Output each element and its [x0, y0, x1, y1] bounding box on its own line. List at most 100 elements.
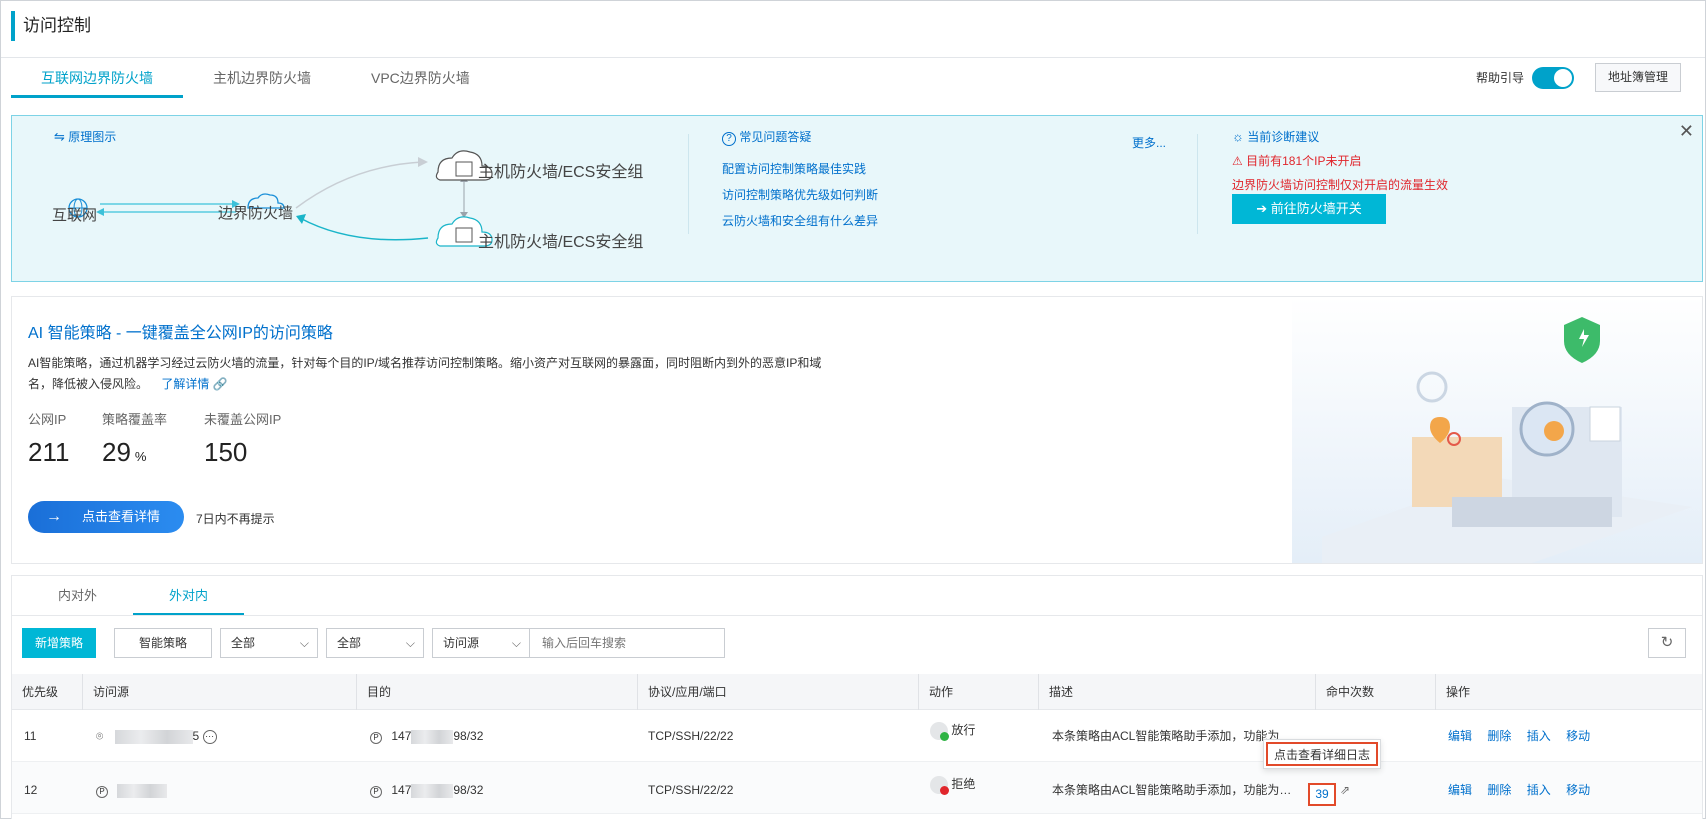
row-destination: P 147 98/32 — [370, 782, 483, 798]
refresh-button[interactable]: ↻ — [1648, 628, 1686, 658]
platform-bar — [1452, 497, 1612, 527]
smart-policy-button[interactable]: 智能策略 — [114, 628, 212, 658]
insert-link[interactable]: 插入 — [1527, 729, 1551, 743]
col-operations: 操作 — [1435, 674, 1704, 710]
node-internet: 互联网 — [52, 207, 98, 224]
arrowhead-border — [296, 214, 306, 224]
blurred-address — [114, 729, 193, 744]
help-guide-label: 帮助引导 — [1476, 71, 1525, 85]
allow-icon — [930, 722, 949, 741]
col-description: 描述 — [1038, 674, 1315, 710]
table-row: 12 P P 147 98/32 TCP/SSH/22/22 拒绝 本条策略由AC… — [12, 762, 1702, 814]
help-guide-toggle[interactable] — [1532, 67, 1574, 89]
row-operations: 编辑 删除 插入 移动 — [1448, 782, 1602, 798]
edit-link[interactable]: 编辑 — [1448, 729, 1472, 743]
close-icon[interactable]: ✕ — [1679, 122, 1694, 140]
blurred-address — [117, 783, 168, 798]
warning-icon: ⚠ — [1232, 154, 1243, 168]
move-link[interactable]: 移动 — [1566, 783, 1590, 797]
row-destination: P 147 98/32 — [370, 728, 483, 744]
link-icon: 🔗 — [212, 377, 228, 391]
ip-icon: P — [370, 732, 382, 744]
tab-internet-firewall[interactable]: 互联网边界防火墙 — [11, 58, 183, 98]
box-left — [1412, 437, 1502, 507]
stat-uncovered-label: 未覆盖公网IP — [204, 412, 282, 427]
deny-icon — [930, 776, 949, 795]
delete-link[interactable]: 删除 — [1487, 729, 1511, 743]
ai-desc-text: AI智能策略，通过机器学习经过云防火墙的流量，针对每个目的IP/域名推荐访问控制… — [28, 356, 822, 391]
row-action: 放行 — [930, 722, 976, 741]
tab-host-firewall[interactable]: 主机边界防火墙 — [183, 58, 341, 98]
toggle-knob — [1554, 69, 1572, 87]
row-description: 本条策略由ACL智能策略助手添加，功能为… — [1052, 783, 1292, 797]
arrow-right-icon: → — [46, 508, 62, 525]
bulb-icon: ☼ — [1232, 129, 1244, 144]
view-details-label: 点击查看详情 — [82, 509, 161, 524]
faq-more-link[interactable]: 更多... — [1132, 134, 1166, 151]
app-window: 访问控制 互联网边界防火墙 主机边界防火墙 VPC边界防火墙 帮助引导 地址簿管… — [0, 0, 1706, 819]
goto-firewall-switch-button[interactable]: ➔ 前往防火墙开关 — [1232, 194, 1386, 224]
hit-count-link[interactable]: 39 — [1308, 783, 1336, 806]
blurred-address — [411, 729, 454, 744]
filter-select-2[interactable]: 全部 ⌵ — [326, 628, 424, 658]
refresh-icon: ↻ — [1660, 634, 1674, 651]
diag-note: 边界防火墙访问控制仅对开启的流量生效 — [1232, 178, 1449, 192]
radar-core — [1544, 421, 1564, 441]
coverage-unit: % — [134, 449, 147, 464]
info-banner: ⇋ 原理图示 互联网 边界防火墙 主机防火墙/ECS安全组 主机防火墙/ECS安… — [11, 115, 1703, 282]
add-policy-button[interactable]: 新增策略 — [22, 628, 96, 658]
col-action: 动作 — [918, 674, 1038, 710]
arrowhead-host-1 — [418, 157, 428, 167]
diag-title: 当前诊断建议 — [1247, 130, 1320, 144]
action-label: 放行 — [951, 723, 976, 738]
chevron-down-icon: ⌵ — [405, 636, 415, 650]
page-title: 访问控制 — [11, 11, 91, 41]
more-icon[interactable]: ··· — [202, 729, 217, 744]
delete-link[interactable]: 删除 — [1487, 783, 1511, 797]
diag-warning: ⚠ 目前有181个IP未开启 — [1232, 152, 1361, 169]
table-header: 优先级 访问源 目的 协议/应用/端口 动作 描述 命中次数 操作 — [12, 674, 1702, 710]
col-protocol: 协议/应用/端口 — [637, 674, 918, 710]
dest-suffix: 98/32 — [453, 729, 484, 743]
arrowhead-left — [96, 208, 104, 216]
faq-item-3[interactable]: 云防火墙和安全组有什么差异 — [722, 212, 878, 229]
address-book-button[interactable]: 地址簿管理 — [1595, 63, 1681, 92]
edit-link[interactable]: 编辑 — [1448, 783, 1472, 797]
filter-select-1[interactable]: 全部 ⌵ — [220, 628, 318, 658]
tab-outbound-to-inbound[interactable]: 外对内 — [133, 576, 245, 615]
banner-separator-2 — [1197, 134, 1198, 234]
swap-icon: ⇋ — [54, 129, 65, 144]
tooltip-text: 点击查看详细日志 — [1266, 742, 1378, 766]
table-row: 11 ⌾ 5 ··· P 147 98/32 TCP/SSH/22/22 放行 本… — [12, 710, 1702, 762]
move-link[interactable]: 移动 — [1566, 729, 1590, 743]
faq-header: ? 常见问题答疑 — [722, 128, 811, 146]
ai-policy-card: AI 智能策略 - 一键覆盖全公网IP的访问策略 AI智能策略，通过机器学习经过… — [11, 296, 1703, 564]
ai-policy-title: AI 智能策略 - 一键覆盖全公网IP的访问策略 — [28, 325, 333, 342]
dest-prefix: 147 — [391, 783, 412, 797]
stat-coverage-value: 29% — [102, 437, 146, 468]
view-details-button[interactable]: → 点击查看详情 — [28, 501, 184, 533]
ip-icon: P — [370, 786, 382, 798]
arrow-circle-icon: ➔ — [1256, 201, 1268, 216]
direction-tabs: 内对外 外对内 — [12, 576, 1702, 616]
firewall-tabs: 互联网边界防火墙 主机边界防火墙 VPC边界防火墙 — [11, 58, 500, 98]
coverage-number: 29 — [102, 437, 131, 467]
faq-item-1[interactable]: 配置访问控制策略最佳实践 — [722, 160, 866, 177]
insert-link[interactable]: 插入 — [1527, 783, 1551, 797]
filter-1-value: 全部 — [231, 636, 256, 650]
principle-label: 原理图示 — [68, 130, 117, 144]
tab-inbound-to-outbound[interactable]: 内对外 — [12, 576, 133, 615]
share-icon[interactable]: ⇗ — [1340, 782, 1350, 798]
col-destination: 目的 — [356, 674, 637, 710]
source-select[interactable]: 访问源 ⌵ — [432, 628, 530, 658]
ip-icon: P — [96, 786, 108, 798]
hit-count-tooltip: 点击查看详细日志 — [1263, 739, 1381, 769]
filter-2-value: 全部 — [337, 636, 362, 650]
tab-vpc-firewall[interactable]: VPC边界防火墙 — [341, 58, 500, 98]
stat-coverage-label: 策略覆盖率 — [102, 412, 168, 427]
faq-item-2[interactable]: 访问控制策略优先级如何判断 — [722, 186, 878, 203]
dismiss-7-days-link[interactable]: 7日内不再提示 — [196, 510, 275, 527]
learn-more-link[interactable]: 了解详情 🔗 — [161, 377, 227, 391]
search-input[interactable] — [529, 628, 725, 658]
principle-header: ⇋ 原理图示 — [54, 128, 116, 145]
